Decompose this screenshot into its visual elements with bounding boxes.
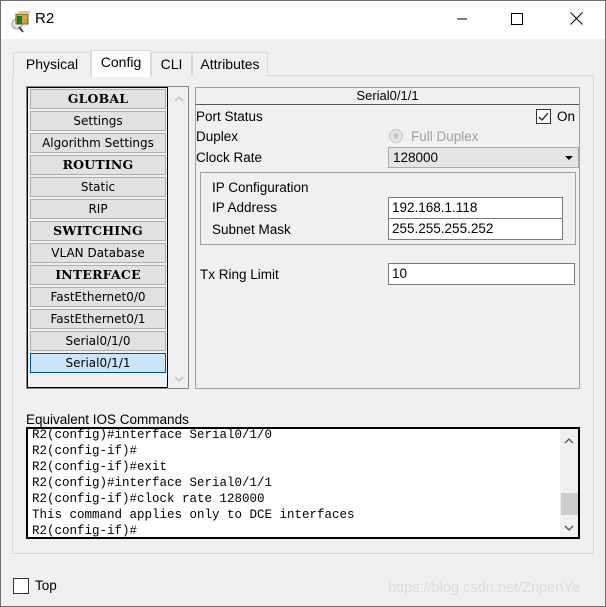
sidebar-item-algorithm-settings[interactable]: Algorithm Settings bbox=[30, 133, 166, 153]
ip-configuration-title: IP Configuration bbox=[212, 180, 309, 195]
maximize-icon bbox=[511, 12, 523, 28]
sidebar-item-rip[interactable]: RIP bbox=[30, 199, 166, 219]
sidebar-list: GLOBAL Settings Algorithm Settings ROUTI… bbox=[27, 87, 168, 388]
subnet-mask-input[interactable]: 255.255.255.252 bbox=[388, 218, 563, 240]
console-line: R2(config-if)# bbox=[32, 444, 138, 458]
close-icon bbox=[569, 12, 583, 28]
scroll-down-button[interactable] bbox=[169, 369, 188, 386]
console-line: R2(config-if)# bbox=[32, 524, 138, 538]
ios-commands-console[interactable]: R2(config)#interface Serial0/1/0 R2(conf… bbox=[26, 427, 580, 539]
console-line: R2(config-if)#clock rate 128000 bbox=[32, 492, 265, 506]
port-status-label: Port Status bbox=[196, 109, 263, 124]
tab-physical[interactable]: Physical bbox=[13, 52, 91, 76]
window-title: R2 bbox=[35, 10, 55, 27]
interface-title: Serial0/1/1 bbox=[196, 88, 579, 105]
maximize-button[interactable] bbox=[494, 1, 540, 39]
console-scroll-thumb[interactable] bbox=[561, 493, 578, 515]
subnet-mask-label: Subnet Mask bbox=[212, 222, 291, 237]
duplex-label: Duplex bbox=[196, 129, 239, 144]
tab-cli[interactable]: CLI bbox=[151, 52, 192, 76]
console-line: R2(config-if)#exit bbox=[32, 460, 168, 474]
ios-commands-label: Equivalent IOS Commands bbox=[26, 412, 189, 427]
console-scrollbar[interactable] bbox=[560, 429, 578, 537]
full-duplex-radio[interactable] bbox=[389, 129, 403, 143]
title-bar[interactable]: R2 bbox=[1, 1, 605, 39]
sidebar-header-switching[interactable]: SWITCHING bbox=[30, 221, 166, 241]
device-window: R2 Physical Config CLI Attributes GLOBAL… bbox=[0, 0, 606, 607]
always-on-top-checkbox[interactable] bbox=[13, 578, 29, 594]
sidebar-item-fastethernet0-0[interactable]: FastEthernet0/0 bbox=[30, 287, 166, 307]
sidebar-item-serial0-1-1[interactable]: Serial0/1/1 bbox=[30, 353, 166, 373]
console-line: This command applies only to DCE interfa… bbox=[32, 508, 355, 522]
console-scroll-up-button[interactable] bbox=[560, 431, 578, 448]
close-button[interactable] bbox=[553, 1, 599, 39]
sidebar-item-static[interactable]: Static bbox=[30, 177, 166, 197]
chevron-up-icon bbox=[564, 432, 574, 447]
tab-config[interactable]: Config bbox=[91, 50, 151, 77]
tx-ring-limit-input[interactable]: 10 bbox=[388, 263, 575, 285]
clock-rate-value: 128000 bbox=[393, 150, 439, 165]
tx-ring-limit-label: Tx Ring Limit bbox=[200, 267, 279, 282]
port-status-on-label: On bbox=[557, 109, 576, 124]
sidebar-header-global[interactable]: GLOBAL bbox=[30, 89, 166, 109]
ip-address-input[interactable]: 192.168.1.118 bbox=[388, 197, 563, 219]
chevron-down-icon bbox=[174, 370, 184, 385]
sidebar-item-settings[interactable]: Settings bbox=[30, 111, 166, 131]
config-sidebar: GLOBAL Settings Algorithm Settings ROUTI… bbox=[26, 86, 189, 389]
always-on-top-label: Top bbox=[35, 578, 57, 593]
sidebar-item-vlan-database[interactable]: VLAN Database bbox=[30, 243, 166, 263]
clock-rate-label: Clock Rate bbox=[196, 150, 263, 165]
sidebar-header-interface[interactable]: INTERFACE bbox=[30, 265, 166, 285]
console-line: R2(config)#interface Serial0/1/0 bbox=[32, 428, 273, 442]
sidebar-item-serial0-1-0[interactable]: Serial0/1/0 bbox=[30, 331, 166, 351]
sidebar-header-routing[interactable]: ROUTING bbox=[30, 155, 166, 175]
ip-configuration-group: IP Configuration IP Address 192.168.1.11… bbox=[200, 172, 576, 245]
clock-rate-select[interactable]: 128000 bbox=[388, 147, 579, 168]
sidebar-item-fastethernet0-1[interactable]: FastEthernet0/1 bbox=[30, 309, 166, 329]
interface-detail-panel: Serial0/1/1 Port Status On Duplex Full D… bbox=[195, 87, 580, 389]
chevron-up-icon bbox=[174, 90, 184, 105]
sidebar-scrollbar[interactable] bbox=[169, 87, 188, 388]
full-duplex-label: Full Duplex bbox=[411, 129, 479, 144]
router-device-icon bbox=[10, 11, 31, 33]
chevron-down-icon bbox=[564, 519, 574, 534]
minimize-button[interactable] bbox=[439, 1, 485, 39]
console-line: R2(config)#interface Serial0/1/1 bbox=[32, 476, 273, 490]
minimize-icon bbox=[456, 13, 468, 28]
dropdown-arrow-icon bbox=[565, 156, 573, 160]
port-status-checkbox[interactable] bbox=[536, 109, 551, 124]
scroll-up-button[interactable] bbox=[169, 89, 188, 106]
console-scroll-down-button[interactable] bbox=[560, 518, 578, 535]
ip-address-label: IP Address bbox=[212, 200, 278, 215]
tab-attributes[interactable]: Attributes bbox=[192, 52, 268, 76]
watermark-text: https://blog.csdn.net/ZripenYe bbox=[388, 579, 580, 596]
